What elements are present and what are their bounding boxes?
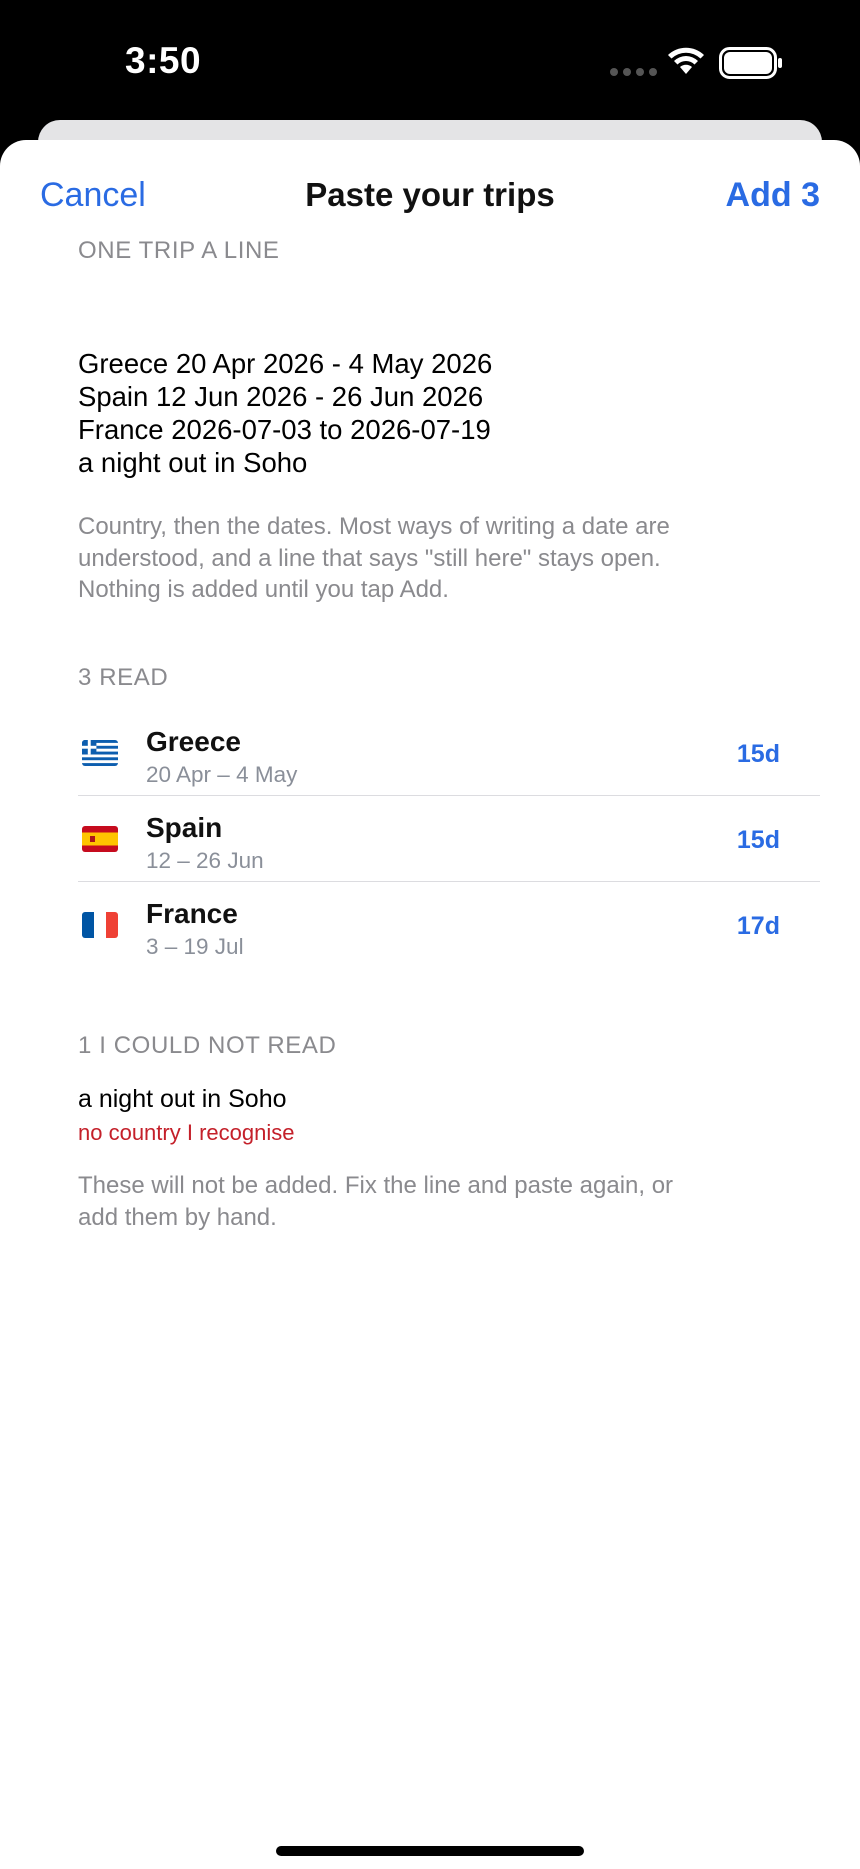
- spain-flag-icon: [82, 826, 118, 852]
- trip-duration: 15d: [736, 826, 780, 854]
- greece-flag-icon: [82, 740, 118, 766]
- paste-trips-sheet: Cancel Paste your trips Add 3 ONE TRIP A…: [0, 140, 860, 1869]
- signal-dots-icon: [610, 68, 657, 76]
- trip-row[interactable]: Spain 12 – 26 Jun 15d: [78, 796, 820, 882]
- input-section-header: ONE TRIP A LINE: [78, 237, 280, 264]
- paste-line: Spain 12 Jun 2026 - 26 Jun 2026: [78, 381, 484, 412]
- trip-row[interactable]: Greece 20 Apr – 4 May 15d: [78, 710, 820, 796]
- read-section-header: 3 READ: [78, 664, 169, 691]
- cancel-button[interactable]: Cancel: [40, 176, 146, 215]
- failed-reason: no country I recognise: [78, 1120, 295, 1145]
- paste-line: France 2026-07-03 to 2026-07-19: [78, 414, 491, 445]
- wifi-icon: [668, 47, 704, 74]
- trip-duration: 17d: [736, 912, 780, 940]
- failed-section-header: 1 I COULD NOT READ: [78, 1032, 337, 1059]
- input-help-text: Country, then the dates. Most ways of wr…: [78, 513, 670, 603]
- trip-country: France: [146, 898, 238, 929]
- france-flag-icon: [82, 912, 118, 938]
- trip-country: Greece: [146, 726, 241, 757]
- trip-dates: 20 Apr – 4 May: [146, 762, 298, 787]
- paste-text-area[interactable]: Greece 20 Apr 2026 - 4 May 2026 Spain 12…: [78, 347, 778, 479]
- trip-dates: 3 – 19 Jul: [146, 934, 244, 959]
- trip-dates: 12 – 26 Jun: [146, 848, 264, 873]
- paste-line: Greece 20 Apr 2026 - 4 May 2026: [78, 348, 493, 379]
- trip-duration: 15d: [736, 740, 780, 768]
- status-bar: 3:50: [0, 0, 860, 120]
- status-time: 3:50: [125, 40, 202, 81]
- battery-icon: [719, 47, 782, 79]
- failed-help-text: These will not be added. Fix the line an…: [78, 1172, 674, 1231]
- home-indicator[interactable]: [276, 1846, 584, 1856]
- paste-line: a night out in Soho: [78, 447, 308, 478]
- trip-row[interactable]: France 3 – 19 Jul 17d: [78, 882, 820, 968]
- trip-country: Spain: [146, 812, 223, 843]
- read-trips-list: Greece 20 Apr – 4 May 15d Spain 12 – 26 …: [78, 710, 820, 968]
- failed-line: a night out in Soho: [78, 1085, 287, 1113]
- add-trips-button[interactable]: Add 3: [726, 176, 820, 215]
